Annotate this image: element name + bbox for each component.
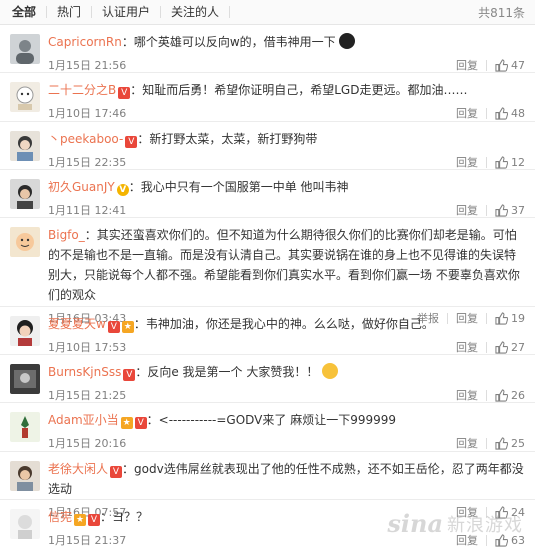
comment-item: 老徐大闲人 V ：godv选伟屌丝就表现出了他的任性不成熟，还不如王岳伦，忍了两年都…: [0, 452, 535, 519]
thumbs-up-icon: [495, 388, 508, 402]
like-count: 25: [511, 436, 525, 450]
sina-games-watermark: sina 新浪游戏: [387, 509, 523, 538]
thumbs-up-icon: [495, 58, 508, 72]
like-count: 47: [511, 58, 525, 72]
comment-username[interactable]: Bigfo_: [48, 228, 85, 242]
comment-filter-tabs: 全部 热门 认证用户 关注的人 共811条: [0, 0, 535, 25]
comment-username[interactable]: Adam亚小当: [48, 413, 119, 427]
reply-button[interactable]: 回复: [448, 59, 487, 71]
tab-all[interactable]: 全部: [10, 6, 48, 18]
like-button[interactable]: 47: [487, 58, 525, 72]
comment-time: 1月15日 20:16: [48, 437, 127, 450]
comment-item: BurnsKjnSss V ：反向e 我是第一个 大家赞我！！ 1月15日 21:2…: [0, 355, 535, 403]
comment-text: ：反向e 我是第一个 大家赞我！！: [135, 365, 319, 379]
thumbs-up-icon: [495, 340, 508, 354]
avatar[interactable]: [10, 364, 40, 394]
member-badge-icon: V: [107, 321, 120, 333]
comment-username[interactable]: 信宪: [48, 510, 72, 524]
member-badge-icon: V: [125, 136, 138, 148]
avatar[interactable]: [10, 131, 40, 161]
like-count: 27: [511, 340, 525, 354]
thumbs-up-icon: [495, 436, 508, 450]
comment-text: ：新打野太菜，太菜，新打野狗带: [137, 132, 318, 146]
comment-item: 初久GuanJY V ：我心中只有一个国服第一中单 他叫韦神 1月11日 12:41…: [0, 170, 535, 218]
like-count: 48: [511, 106, 525, 120]
level-badge-icon: ★: [74, 514, 87, 526]
member-badge-icon: V: [123, 369, 136, 381]
comment-time: 1月11日 12:41: [48, 204, 127, 217]
member-badge-icon: V: [110, 466, 123, 478]
avatar[interactable]: [10, 509, 40, 539]
comment-username[interactable]: 丶peekaboo-: [48, 132, 123, 146]
comment-text: ：ヨ？？: [100, 510, 149, 524]
comment-text: ：知耻而后勇！希望你证明自己，希望LGD走更远。都加油……: [130, 83, 468, 97]
thumbs-up-icon: [495, 155, 508, 169]
comment-time: 1月15日 21:25: [48, 389, 127, 402]
avatar[interactable]: [10, 412, 40, 442]
member-badge-icon: V: [88, 514, 101, 526]
comment-item: Adam亚小当 ★ V ：<-----------=GODV来了 麻烦让一下99999…: [0, 403, 535, 452]
comment-time: 1月10日 17:46: [48, 107, 127, 120]
avatar[interactable]: [10, 461, 40, 491]
like-button[interactable]: 48: [487, 106, 525, 120]
comment-username[interactable]: 老徐大闲人: [48, 462, 108, 476]
avatar[interactable]: [10, 179, 40, 209]
laughing-emoji-icon: [322, 363, 339, 379]
tab-verified[interactable]: 认证用户: [92, 6, 162, 18]
comment-time: 1月15日 21:56: [48, 59, 127, 72]
reply-button[interactable]: 回复: [448, 437, 487, 449]
comment-username[interactable]: CapricornRn: [48, 35, 122, 49]
avatar[interactable]: [10, 34, 40, 64]
watermark-text: 新浪游戏: [447, 514, 523, 536]
verified-v-icon: V: [116, 184, 129, 196]
like-count: 37: [511, 203, 525, 217]
comment-username[interactable]: 二十二分之B: [48, 83, 116, 97]
comment-total-count: 共811条: [478, 5, 525, 20]
comment-text: ：<-----------=GODV来了 麻烦让一下999999: [146, 413, 397, 427]
sina-logo: sina: [387, 509, 443, 538]
tab-following[interactable]: 关注的人: [161, 6, 231, 18]
avatar[interactable]: [10, 227, 40, 257]
comment-username[interactable]: 初久GuanJY: [48, 180, 115, 194]
comment-text: ：其实还蛮喜欢你们的。但不知道为什么期待很久你们的比赛你们却老是输。可怕的不是输…: [48, 228, 520, 302]
black-face-emoji-icon: [339, 33, 356, 49]
reply-button[interactable]: 回复: [448, 156, 487, 168]
comment-time: 1月10日 17:53: [48, 341, 127, 354]
comment-text: ：韦神加油，你还是我心中的神。么么哒，做好你自己。: [133, 317, 434, 331]
member-badge-icon: V: [118, 87, 131, 99]
reply-button[interactable]: 回复: [448, 341, 487, 353]
tab-hot[interactable]: 热门: [47, 6, 93, 18]
like-count: 12: [511, 155, 525, 169]
avatar[interactable]: [10, 82, 40, 112]
like-button[interactable]: 27: [487, 340, 525, 354]
comment-item: 夏夏夏天w V ★ ：韦神加油，你还是我心中的神。么么哒，做好你自己。 1月10日 1…: [0, 307, 535, 355]
reply-button[interactable]: 回复: [448, 204, 487, 216]
like-button[interactable]: 25: [487, 436, 525, 450]
reply-button[interactable]: 回复: [448, 107, 487, 119]
like-button[interactable]: 37: [487, 203, 525, 217]
level-badge-icon: ★: [120, 417, 133, 429]
like-count: 26: [511, 388, 525, 402]
comment-text: ：我心中只有一个国服第一中单 他叫韦神: [128, 180, 349, 194]
member-badge-icon: V: [134, 417, 147, 429]
reply-button[interactable]: 回复: [448, 389, 487, 401]
level-badge-icon: ★: [121, 321, 134, 333]
comment-username[interactable]: 夏夏夏天w: [48, 317, 106, 331]
thumbs-up-icon: [495, 203, 508, 217]
comment-item: Bigfo_：其实还蛮喜欢你们的。但不知道为什么期待很久你们的比赛你们却老是输。…: [0, 218, 535, 325]
like-button[interactable]: 26: [487, 388, 525, 402]
comment-username[interactable]: BurnsKjnSss: [48, 365, 121, 379]
comment-item: 二十二分之B V ：知耻而后勇！希望你证明自己，希望LGD走更远。都加油…… 1月1…: [0, 73, 535, 122]
comment-item: CapricornRn：哪个英雄可以反向w的，借韦神用一下 1月15日 21:5…: [0, 25, 535, 73]
comment-text: ：哪个英雄可以反向w的，借韦神用一下: [121, 35, 336, 49]
comment-item: 丶peekaboo- V ：新打野太菜，太菜，新打野狗带 1月15日 22:35 回…: [0, 122, 535, 170]
avatar[interactable]: [10, 316, 40, 346]
comment-time: 1月15日 22:35: [48, 156, 127, 169]
thumbs-up-icon: [495, 106, 508, 120]
like-button[interactable]: 12: [487, 155, 525, 169]
comment-time: 1月15日 21:37: [48, 534, 127, 547]
